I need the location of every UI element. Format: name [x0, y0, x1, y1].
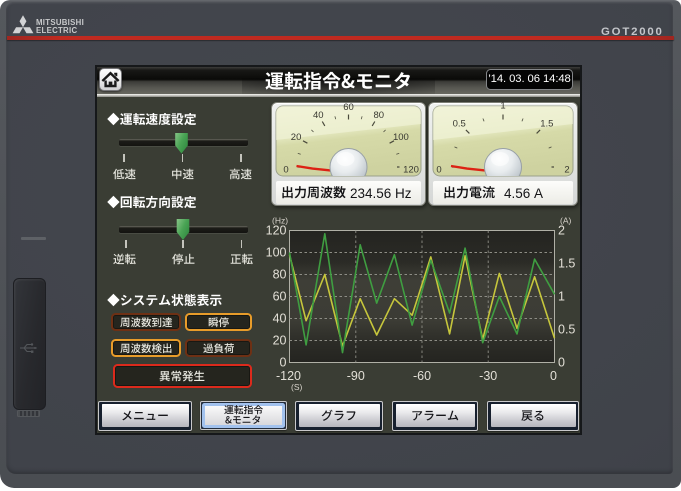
- svg-text:80: 80: [374, 110, 385, 121]
- svg-text:100: 100: [266, 246, 287, 260]
- svg-text:20: 20: [273, 334, 287, 348]
- svg-text:-90: -90: [347, 369, 365, 383]
- svg-text:0: 0: [283, 165, 288, 176]
- svg-text:-30: -30: [479, 369, 497, 383]
- svg-text:1: 1: [558, 290, 565, 304]
- svg-text:120: 120: [403, 165, 419, 176]
- svg-text:1: 1: [500, 102, 505, 111]
- svg-text:100: 100: [393, 132, 409, 143]
- svg-text:0: 0: [550, 369, 557, 383]
- svg-text:120: 120: [266, 224, 287, 238]
- svg-text:2: 2: [558, 224, 565, 238]
- svg-text:0.5: 0.5: [453, 119, 466, 130]
- svg-text:0: 0: [436, 165, 441, 176]
- svg-text:(Hz): (Hz): [272, 216, 288, 226]
- svg-text:(S): (S): [291, 382, 303, 392]
- svg-text:0.5: 0.5: [558, 323, 575, 337]
- svg-text:40: 40: [273, 312, 287, 326]
- svg-text:-120: -120: [276, 369, 301, 383]
- svg-text:1.5: 1.5: [558, 257, 575, 271]
- svg-text:2: 2: [564, 165, 569, 176]
- svg-text:1.5: 1.5: [540, 119, 553, 130]
- svg-text:80: 80: [273, 268, 287, 282]
- svg-text:60: 60: [273, 290, 287, 304]
- svg-text:20: 20: [291, 132, 302, 143]
- svg-text:-60: -60: [413, 369, 431, 383]
- svg-text:40: 40: [313, 110, 324, 121]
- svg-text:(A): (A): [560, 216, 572, 226]
- svg-text:0: 0: [280, 356, 287, 370]
- svg-text:60: 60: [343, 102, 354, 113]
- svg-text:0: 0: [558, 356, 565, 370]
